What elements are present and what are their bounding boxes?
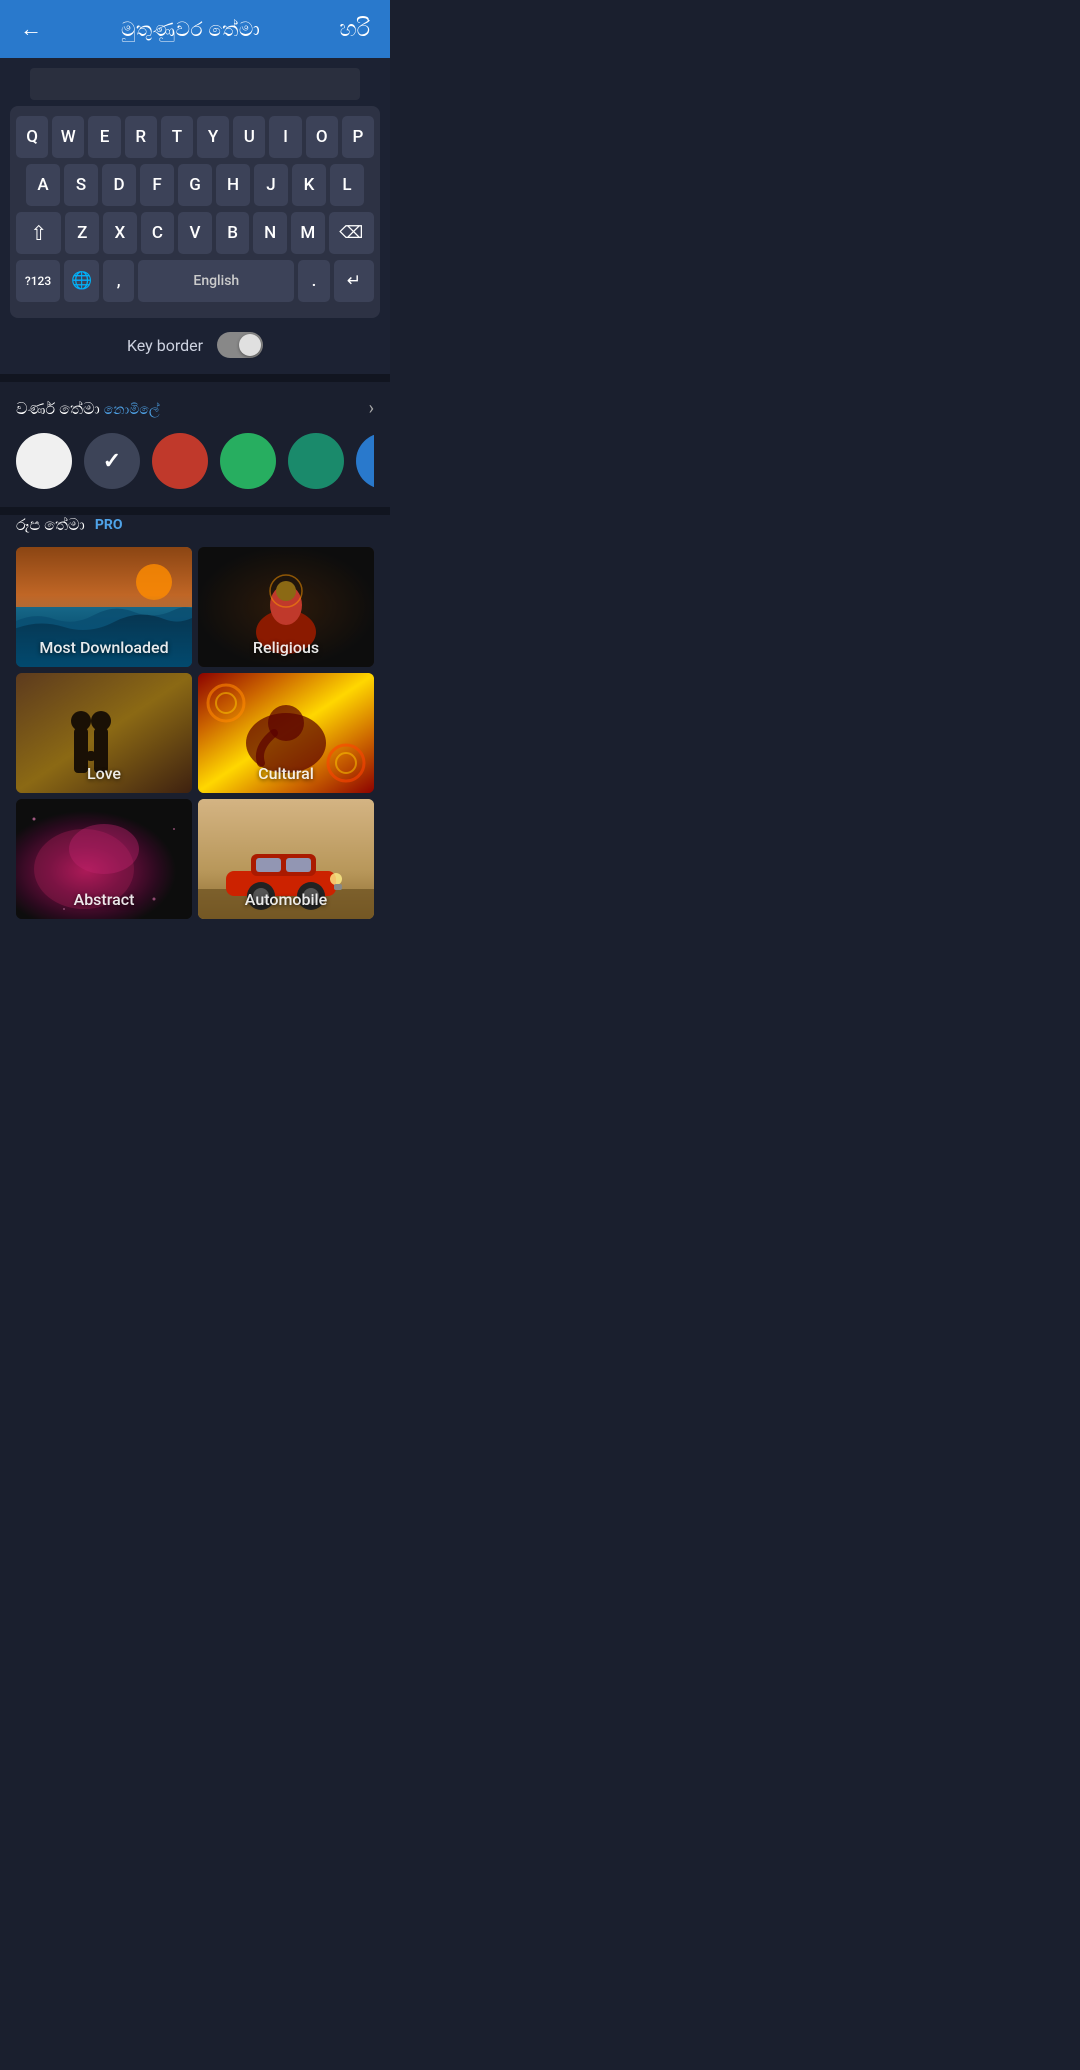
- key-k[interactable]: K: [292, 164, 326, 206]
- symbols-key[interactable]: ?123: [16, 260, 60, 302]
- spacebar[interactable]: English: [138, 260, 294, 302]
- bottom-padding: [0, 919, 390, 939]
- theme-card-religious[interactable]: Religious: [198, 547, 374, 667]
- key-y[interactable]: Y: [197, 116, 229, 158]
- key-c[interactable]: C: [141, 212, 175, 254]
- theme-card-label-religious: Religious: [198, 638, 374, 657]
- theme-card-most-downloaded[interactable]: Most Downloaded: [16, 547, 192, 667]
- key-t[interactable]: T: [161, 116, 193, 158]
- key-g[interactable]: G: [178, 164, 212, 206]
- period-key[interactable]: .: [298, 260, 329, 302]
- color-section: වර්ණ තේමා නොමිලේ › ✓: [0, 382, 390, 507]
- theme-card-label-abstract: Abstract: [16, 890, 192, 909]
- key-e[interactable]: E: [88, 116, 120, 158]
- key-l[interactable]: L: [330, 164, 364, 206]
- ok-button[interactable]: හරි: [339, 17, 370, 42]
- comma-key[interactable]: ,: [103, 260, 134, 302]
- key-i[interactable]: I: [269, 116, 301, 158]
- image-section: රූප තේමා PRO: [0, 515, 390, 919]
- key-z[interactable]: Z: [65, 212, 99, 254]
- key-n[interactable]: N: [253, 212, 287, 254]
- key-o[interactable]: O: [306, 116, 338, 158]
- key-border-row: Key border: [0, 318, 390, 374]
- swatch-red[interactable]: [152, 433, 208, 489]
- app-header: ← මුතුණුවර තේමා හරි: [0, 0, 390, 58]
- keyboard-row-3: ⇧ Z X C V B N M ⌫: [16, 212, 374, 254]
- key-x[interactable]: X: [103, 212, 137, 254]
- keyboard-container: Q W E R T Y U I O P A S D F G H J K L ⇧ …: [10, 106, 380, 318]
- theme-card-label-love: Love: [16, 764, 192, 783]
- keyboard-section: Q W E R T Y U I O P A S D F G H J K L ⇧ …: [0, 58, 390, 374]
- theme-card-label-most-downloaded: Most Downloaded: [16, 638, 192, 657]
- keyboard-row-4: ?123 🌐 , English . ↵: [16, 260, 374, 302]
- key-m[interactable]: M: [291, 212, 325, 254]
- color-section-title-group: වර්ණ තේමා නොමිලේ: [16, 399, 160, 419]
- color-section-subtitle: නොමිලේ: [104, 402, 160, 418]
- key-s[interactable]: S: [64, 164, 98, 206]
- theme-card-label-cultural: Cultural: [198, 764, 374, 783]
- shift-key[interactable]: ⇧: [16, 212, 61, 254]
- page-title: මුතුණුවර තේමා: [121, 17, 260, 41]
- key-r[interactable]: R: [125, 116, 157, 158]
- swatch-check-icon: ✓: [103, 449, 121, 474]
- toggle-thumb: [239, 334, 261, 356]
- section-divider-2: [0, 507, 390, 515]
- key-p[interactable]: P: [342, 116, 374, 158]
- theme-card-love[interactable]: Love: [16, 673, 192, 793]
- key-f[interactable]: F: [140, 164, 174, 206]
- keyboard-row-1: Q W E R T Y U I O P: [16, 116, 374, 158]
- keyboard-preview: [30, 68, 360, 100]
- color-section-title: වර්ණ තේමා: [16, 399, 100, 418]
- key-q[interactable]: Q: [16, 116, 48, 158]
- color-swatches-container: ✓: [16, 433, 374, 493]
- pro-badge: PRO: [95, 517, 123, 533]
- key-v[interactable]: V: [178, 212, 212, 254]
- back-button[interactable]: ←: [20, 16, 42, 42]
- key-a[interactable]: A: [26, 164, 60, 206]
- color-section-chevron[interactable]: ›: [369, 398, 374, 419]
- theme-card-label-automobile: Automobile: [198, 890, 374, 909]
- keyboard-row-2: A S D F G H J K L: [16, 164, 374, 206]
- globe-key[interactable]: 🌐: [64, 260, 99, 302]
- key-border-toggle[interactable]: [217, 332, 263, 358]
- key-d[interactable]: D: [102, 164, 136, 206]
- swatch-blue[interactable]: [356, 433, 374, 489]
- image-section-title: රූප තේමා: [16, 515, 85, 535]
- key-j[interactable]: J: [254, 164, 288, 206]
- theme-card-cultural[interactable]: Cultural: [198, 673, 374, 793]
- color-section-header: වර්ණ තේමා නොමිලේ ›: [16, 398, 374, 419]
- section-divider: [0, 374, 390, 382]
- key-u[interactable]: U: [233, 116, 265, 158]
- enter-key[interactable]: ↵: [334, 260, 374, 302]
- key-b[interactable]: B: [216, 212, 250, 254]
- swatch-white[interactable]: [16, 433, 72, 489]
- swatch-green[interactable]: [220, 433, 276, 489]
- theme-grid: Most Downloaded: [16, 547, 374, 919]
- key-border-label: Key border: [127, 336, 203, 355]
- backspace-key[interactable]: ⌫: [329, 212, 374, 254]
- key-w[interactable]: W: [52, 116, 84, 158]
- key-h[interactable]: H: [216, 164, 250, 206]
- swatch-dark[interactable]: ✓: [84, 433, 140, 489]
- swatch-teal[interactable]: [288, 433, 344, 489]
- theme-card-automobile[interactable]: Automobile: [198, 799, 374, 919]
- theme-card-abstract[interactable]: Abstract: [16, 799, 192, 919]
- image-section-header: රූප තේමා PRO: [16, 515, 374, 535]
